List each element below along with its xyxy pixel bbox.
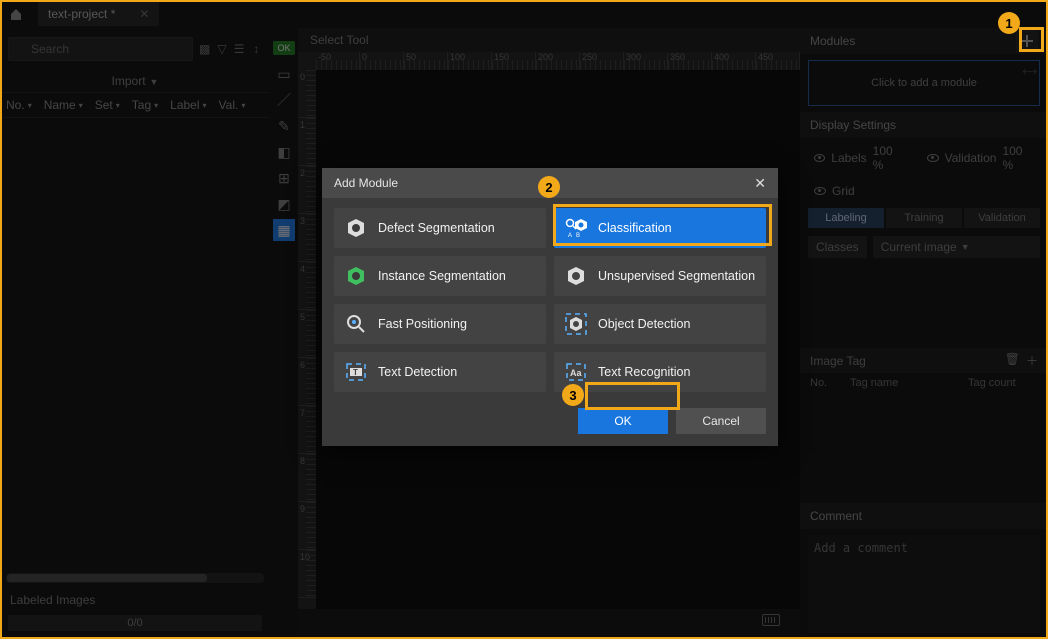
list-icon[interactable]: ☰ [234,38,245,60]
display-settings-header: Display Settings [800,112,1048,138]
labels-opacity: 100 % [873,144,905,172]
eye-icon[interactable] [927,154,938,162]
roi-tool-icon[interactable]: ▦ [273,219,295,241]
brush-tool-icon[interactable]: ／ [273,89,295,111]
grid-toggle-label: Grid [832,184,855,198]
filter-icon[interactable]: ▽ [216,38,227,60]
image-list [0,118,270,569]
nut-outline-icon [564,264,588,288]
magnifier-icon [344,312,368,336]
card-fast-positioning[interactable]: Fast Positioning [334,304,546,344]
keyboard-icon[interactable] [762,614,780,626]
callout-2: 2 [538,176,560,198]
module-placeholder[interactable]: Click to add a module ⤢ [808,60,1040,106]
comment-input[interactable] [808,535,1040,633]
header-val[interactable]: Val.▾ [213,98,252,112]
pen-tool-icon[interactable]: ✎ [273,115,295,137]
header-name[interactable]: Name▾ [38,98,89,112]
nut-green-icon [344,264,368,288]
eye-icon[interactable] [814,154,825,162]
card-unsupervised-segmentation[interactable]: Unsupervised Segmentation [554,256,766,296]
callout-1: 1 [998,12,1020,34]
close-icon[interactable]: ✕ [139,7,149,21]
mask-tool-icon[interactable]: ◩ [273,193,295,215]
header-set[interactable]: Set▾ [89,98,126,112]
select-tool-label: Select Tool [298,28,800,52]
dialog-close-icon[interactable]: ✕ [754,175,766,192]
eraser-tool-icon[interactable]: ◧ [273,141,295,163]
callout-3: 3 [562,384,584,406]
svg-text:B: B [576,233,580,239]
add-module-dialog: Add Module ✕ Defect Segmentation AB Clas… [322,168,778,446]
labeled-progress: 0/0 [8,615,262,631]
nut-icon [344,216,368,240]
labels-toggle-label: Labels [831,151,866,165]
ruler-horizontal: -50050100150200250300350400450 [298,52,800,70]
svg-text:Aa: Aa [570,368,582,378]
image-list-headers: No.▾ Name▾ Set▾ Tag▾ Label▾ Val.▾ [0,92,270,118]
dialog-title: Add Module [334,176,398,190]
grid-tool-icon[interactable]: ⊞ [273,167,295,189]
current-image-dropdown[interactable]: Current image▼ [873,236,1040,258]
nut-box-icon [564,312,588,336]
left-panel: ▩ ▽ ☰ ↕ Import▼ No.▾ Name▾ Set▾ Tag▾ Lab… [0,28,270,639]
home-icon[interactable] [8,6,24,22]
ruler-vertical: 012345678910 [298,70,316,609]
cancel-button[interactable]: Cancel [676,408,766,434]
labeled-images-label: Labeled Images [0,587,270,613]
horizontal-scrollbar[interactable] [6,573,264,583]
tag-list [800,393,1048,503]
select-tool-icon[interactable]: ▭ [273,63,295,85]
delete-tag-icon[interactable]: 🗑 [1005,352,1020,369]
classes-label: Classes [808,236,867,258]
eye-icon[interactable] [814,187,826,195]
import-dropdown[interactable]: Import▼ [0,70,270,92]
canvas-status-bar [298,611,800,629]
header-no[interactable]: No.▾ [0,98,38,112]
classification-icon: AB [564,216,588,240]
right-panel: Modules Click to add a module ⤢ Display … [800,28,1048,639]
card-text-recognition[interactable]: Aa Text Recognition [554,352,766,392]
title-bar: text-project * ✕ [0,0,1048,28]
ok-badge[interactable]: OK [273,41,295,55]
add-module-button[interactable] [1016,30,1038,52]
header-tag[interactable]: Tag▾ [126,98,164,112]
tag-columns: No. Tag name Tag count [800,373,1048,393]
search-input[interactable] [8,37,193,61]
expand-icon: ⤢ [1019,62,1039,82]
validation-opacity: 100 % [1002,144,1034,172]
project-tab-title: text-project * [48,7,115,21]
svg-text:A: A [568,233,572,239]
card-classification[interactable]: AB Classification [554,208,766,248]
tab-validation[interactable]: Validation [964,208,1040,228]
card-instance-segmentation[interactable]: Instance Segmentation [334,256,546,296]
svg-text:T: T [353,368,358,377]
card-defect-segmentation[interactable]: Defect Segmentation [334,208,546,248]
text-recognition-icon: Aa [564,360,588,384]
card-text-detection[interactable]: T Text Detection [334,352,546,392]
comment-header: Comment [800,503,1048,529]
project-tab[interactable]: text-project * ✕ [38,2,159,26]
image-tool-icon[interactable]: ▩ [199,38,210,60]
ok-button[interactable]: OK [578,408,668,434]
image-tag-header: Image Tag [810,354,866,368]
validation-toggle-label: Validation [945,151,997,165]
text-detection-icon: T [344,360,368,384]
tab-training[interactable]: Training [886,208,962,228]
add-tag-icon[interactable]: ＋ [1026,352,1038,369]
tab-labeling[interactable]: Labeling [808,208,884,228]
tool-strip: OK ▭ ／ ✎ ◧ ⊞ ◩ ▦ [270,35,298,639]
header-label[interactable]: Label▾ [164,98,212,112]
sort-icon[interactable]: ↕ [251,38,262,60]
card-object-detection[interactable]: Object Detection [554,304,766,344]
classes-list [800,262,1048,348]
mode-tabs: Labeling Training Validation [800,204,1048,232]
